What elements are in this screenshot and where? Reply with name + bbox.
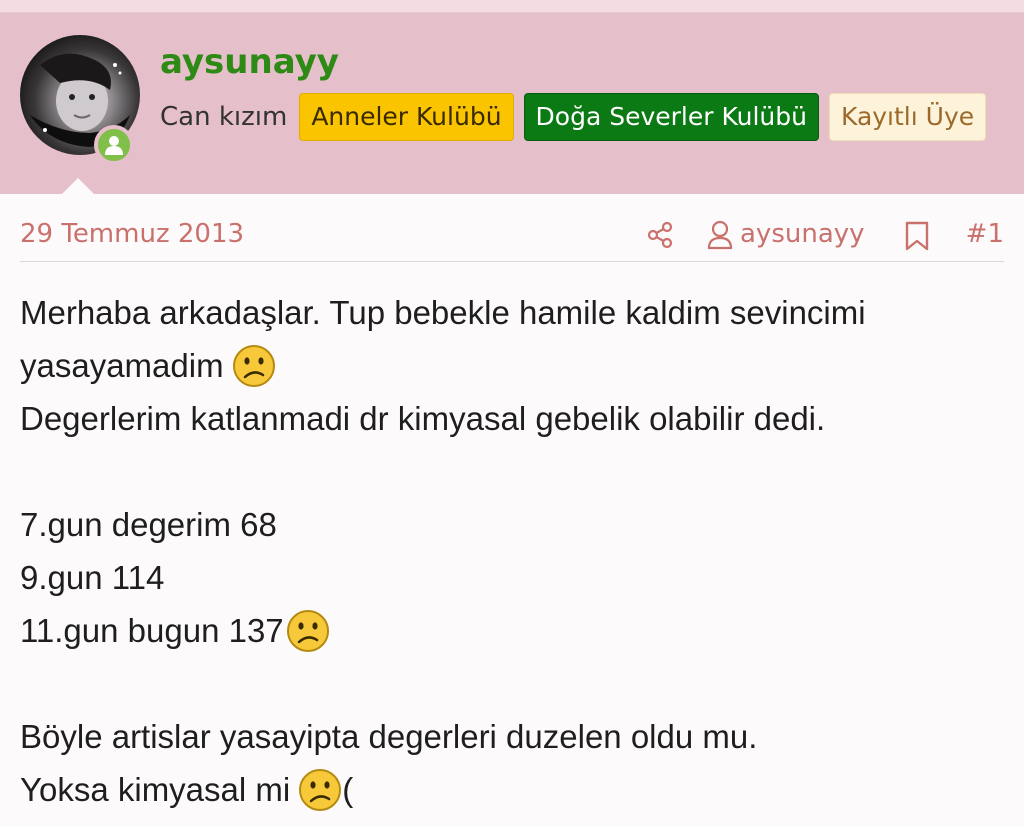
post-body: Merhaba arkadaşlar. Tup bebekle hamile k… <box>20 286 1010 816</box>
header-pointer <box>62 178 94 194</box>
badge-kayitli-uye: Kayıtlı Üye <box>828 93 987 141</box>
post-text: ( <box>342 771 354 808</box>
post-line: yasayamadim <box>20 339 1010 392</box>
frown-emoji-icon <box>298 768 342 812</box>
post-date[interactable]: 29 Temmuz 2013 <box>20 219 244 249</box>
post-line: Merhaba arkadaşlar. Tup bebekle hamile k… <box>20 286 1010 339</box>
post-text: Böyle artislar yasayipta degerleri duzel… <box>20 718 758 755</box>
post-text: yasayamadim <box>20 347 224 384</box>
post-line: Yoksa kimyasal mi ( <box>20 763 1010 816</box>
post-line: 7.gun degerim 68 <box>20 498 1010 551</box>
top-bar <box>0 0 1024 13</box>
user-role-line: Can kızım Anneler Kulübü Doğa Severler K… <box>160 92 987 142</box>
frown-emoji-icon <box>286 609 330 653</box>
post-line: 11.gun bugun 137 <box>20 604 1010 657</box>
post-text: 7.gun degerim 68 <box>20 506 277 543</box>
user-icon <box>706 220 734 254</box>
post-author-link[interactable]: aysunayy <box>740 219 865 249</box>
bookmark-icon[interactable] <box>904 221 930 255</box>
post-number-link[interactable]: #1 <box>966 219 1004 249</box>
frown-emoji-icon <box>232 344 276 388</box>
post-line: Degerlerim katlanmadi dr kimyasal gebeli… <box>20 392 1010 445</box>
user-title: Can kızım <box>160 102 288 132</box>
username-link[interactable]: aysunayy <box>160 42 339 82</box>
post-line: 9.gun 114 <box>20 551 1010 604</box>
post-text: Degerlerim katlanmadi dr kimyasal gebeli… <box>20 400 826 437</box>
badge-anneler-kulubu: Anneler Kulübü <box>299 93 514 141</box>
post-text: Yoksa kimyasal mi <box>20 771 291 808</box>
badge-doga-severler-kulubu: Doğa Severler Kulübü <box>523 93 819 141</box>
post-text: Merhaba arkadaşlar. Tup bebekle hamile k… <box>20 294 866 331</box>
online-status-icon <box>94 125 134 165</box>
share-icon[interactable] <box>646 221 674 253</box>
post-meta: 29 Temmuz 2013 aysunayy #1 <box>20 215 1004 262</box>
post-text: 9.gun 114 <box>20 559 165 596</box>
post-line: Böyle artislar yasayipta degerleri duzel… <box>20 710 1010 763</box>
post-text: 11.gun bugun 137 <box>20 612 284 649</box>
